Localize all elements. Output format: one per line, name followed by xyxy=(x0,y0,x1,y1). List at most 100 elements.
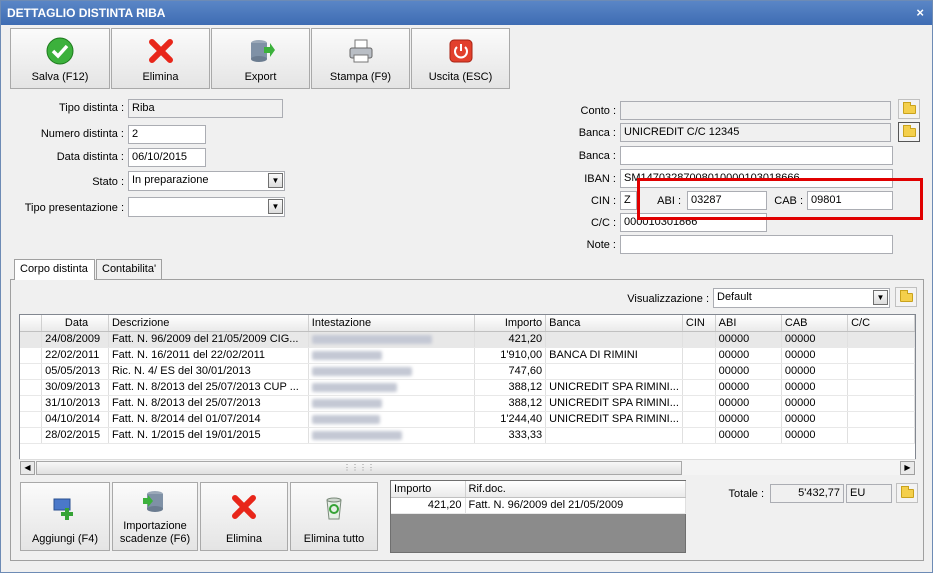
cell-cab: 00000 xyxy=(781,363,849,380)
print-button-label: Stampa (F9) xyxy=(329,71,392,83)
cin-field[interactable]: Z xyxy=(620,191,637,210)
banca-secondary-field[interactable] xyxy=(620,146,893,165)
currency-browse-button[interactable] xyxy=(896,483,918,503)
print-button[interactable]: Stampa (F9) xyxy=(311,28,410,89)
cc-label: C/C : xyxy=(590,217,616,229)
import-scadenze-button[interactable]: Importazione scadenze (F6) xyxy=(112,482,198,551)
column-header-cin[interactable]: CIN xyxy=(682,315,716,332)
banca-secondary-label: Banca : xyxy=(578,150,616,162)
column-header-abi[interactable]: ABI xyxy=(715,315,782,332)
tipo-presentazione-select[interactable]: ▼ xyxy=(128,197,285,217)
totale-label: Totale : xyxy=(728,488,764,500)
scrollbar-thumb[interactable]: ⋮⋮⋮⋮ xyxy=(36,461,682,475)
cell-abi: 00000 xyxy=(715,347,782,364)
visualizzazione-select[interactable]: Default ▼ xyxy=(713,288,890,308)
delete-row-button[interactable]: Elimina xyxy=(200,482,288,551)
stato-label: Stato : xyxy=(92,176,124,188)
delete-x-icon xyxy=(148,39,173,63)
add-icon xyxy=(53,498,73,520)
chevron-down-icon[interactable]: ▼ xyxy=(873,290,888,305)
import-scadenze-label: Importazione scadenze (F6) xyxy=(119,520,191,545)
column-header-intestazione[interactable]: Intestazione xyxy=(308,315,475,332)
tab-contabilita[interactable]: Contabilita' xyxy=(96,259,162,279)
exit-button-label: Uscita (ESC) xyxy=(428,71,493,83)
scroll-right-icon[interactable]: ▶ xyxy=(900,461,915,475)
cell-cab: 00000 xyxy=(781,331,849,348)
delete-x-icon xyxy=(232,495,256,519)
row-selector[interactable] xyxy=(20,379,43,396)
conto-field xyxy=(620,101,891,120)
stato-select[interactable]: In preparazione ▼ xyxy=(128,171,285,191)
numero-distinta-field[interactable]: 2 xyxy=(128,125,206,144)
table-row[interactable]: 24/08/2009 Fatt. N. 96/2009 del 21/05/20… xyxy=(20,331,915,348)
row-selector[interactable] xyxy=(20,363,43,380)
delete-all-label: Elimina tutto xyxy=(303,533,365,545)
note-field[interactable] xyxy=(620,235,893,254)
numero-distinta-label: Numero distinta : xyxy=(40,128,124,140)
cell-descrizione: Fatt. N. 8/2013 del 25/07/2013 CUP ... xyxy=(108,379,309,396)
export-button[interactable]: Export xyxy=(211,28,310,89)
banca-browse-button[interactable] xyxy=(898,122,920,142)
database-import-icon xyxy=(143,491,163,512)
cell-data: 05/05/2013 xyxy=(41,363,109,380)
conto-browse-button[interactable] xyxy=(898,99,920,119)
row-selector[interactable] xyxy=(20,347,43,364)
data-distinta-field[interactable]: 06/10/2015 xyxy=(128,148,206,167)
export-button-label: Export xyxy=(244,71,277,83)
row-selector[interactable] xyxy=(20,395,43,412)
row-selector[interactable] xyxy=(20,427,43,444)
note-label: Note : xyxy=(586,239,616,251)
banca-label: Banca : xyxy=(578,127,616,139)
tab-corpo-distinta[interactable]: Corpo distinta xyxy=(14,259,95,280)
scroll-left-icon[interactable]: ◀ xyxy=(20,461,35,475)
delete-button[interactable]: Elimina xyxy=(111,28,210,89)
column-header-data[interactable]: Data xyxy=(41,315,109,332)
save-button[interactable]: Salva (F12) xyxy=(10,28,110,89)
table-row[interactable]: 04/10/2014 Fatt. N. 8/2014 del 01/07/201… xyxy=(20,411,915,428)
cell-cin xyxy=(682,347,716,364)
cell-cab: 00000 xyxy=(781,347,849,364)
table-row[interactable]: 30/09/2013 Fatt. N. 8/2013 del 25/07/201… xyxy=(20,379,915,396)
cell-cab: 00000 xyxy=(781,427,849,444)
exit-button[interactable]: Uscita (ESC) xyxy=(411,28,510,89)
table-row[interactable]: 28/02/2015 Fatt. N. 1/2015 del 19/01/201… xyxy=(20,427,915,444)
cell-descrizione: Fatt. N. 96/2009 del 21/05/2009 CIG... xyxy=(108,331,309,348)
data-distinta-label: Data distinta : xyxy=(56,151,124,163)
chevron-down-icon[interactable]: ▼ xyxy=(268,199,283,214)
delete-all-button[interactable]: Elimina tutto xyxy=(290,482,378,551)
column-header-rif-doc[interactable]: Rif.doc. xyxy=(465,481,686,498)
cell-banca xyxy=(545,363,683,380)
cell-intestazione xyxy=(308,379,475,396)
table-row[interactable]: 421,20 Fatt. N. 96/2009 del 21/05/2009 xyxy=(391,497,686,514)
row-selector[interactable] xyxy=(20,331,43,348)
cell-abi: 00000 xyxy=(715,411,782,428)
redacted-text xyxy=(311,334,432,344)
cell-cin xyxy=(682,427,716,444)
horizontal-scrollbar[interactable]: ◀ ⋮⋮⋮⋮ ▶ xyxy=(19,459,916,475)
cell-intestazione xyxy=(308,363,475,380)
column-header-cc[interactable]: C/C xyxy=(847,315,915,332)
chevron-down-icon[interactable]: ▼ xyxy=(268,173,283,188)
cell-banca xyxy=(545,331,683,348)
printer-icon xyxy=(349,39,372,63)
column-header-importo[interactable]: Importo xyxy=(474,315,547,332)
column-header-banca[interactable]: Banca xyxy=(545,315,683,332)
add-button[interactable]: Aggiungi (F4) xyxy=(20,482,110,551)
column-header-cab[interactable]: CAB xyxy=(781,315,849,332)
column-header-descrizione[interactable]: Descrizione xyxy=(108,315,309,332)
table-row[interactable]: 05/05/2013 Ric. N. 4/ ES del 30/01/2013 … xyxy=(20,363,915,380)
currency-field: EU xyxy=(846,484,892,503)
cell-banca xyxy=(545,427,683,444)
cell-banca: UNICREDIT SPA RIMINI... xyxy=(545,395,683,412)
check-icon xyxy=(46,37,74,65)
table-row[interactable]: 31/10/2013 Fatt. N. 8/2013 del 25/07/201… xyxy=(20,395,915,412)
cell-cc xyxy=(847,331,915,348)
column-header-importo[interactable]: Importo xyxy=(391,481,466,498)
cell-descrizione: Fatt. N. 16/2011 del 22/02/2011 xyxy=(108,347,309,364)
column-header[interactable] xyxy=(20,315,43,332)
table-row[interactable]: 22/02/2011 Fatt. N. 16/2011 del 22/02/20… xyxy=(20,347,915,364)
visualizzazione-browse-button[interactable] xyxy=(895,287,917,307)
recycle-bin-icon xyxy=(326,497,342,520)
row-selector[interactable] xyxy=(20,411,43,428)
close-icon[interactable]: × xyxy=(916,1,924,25)
